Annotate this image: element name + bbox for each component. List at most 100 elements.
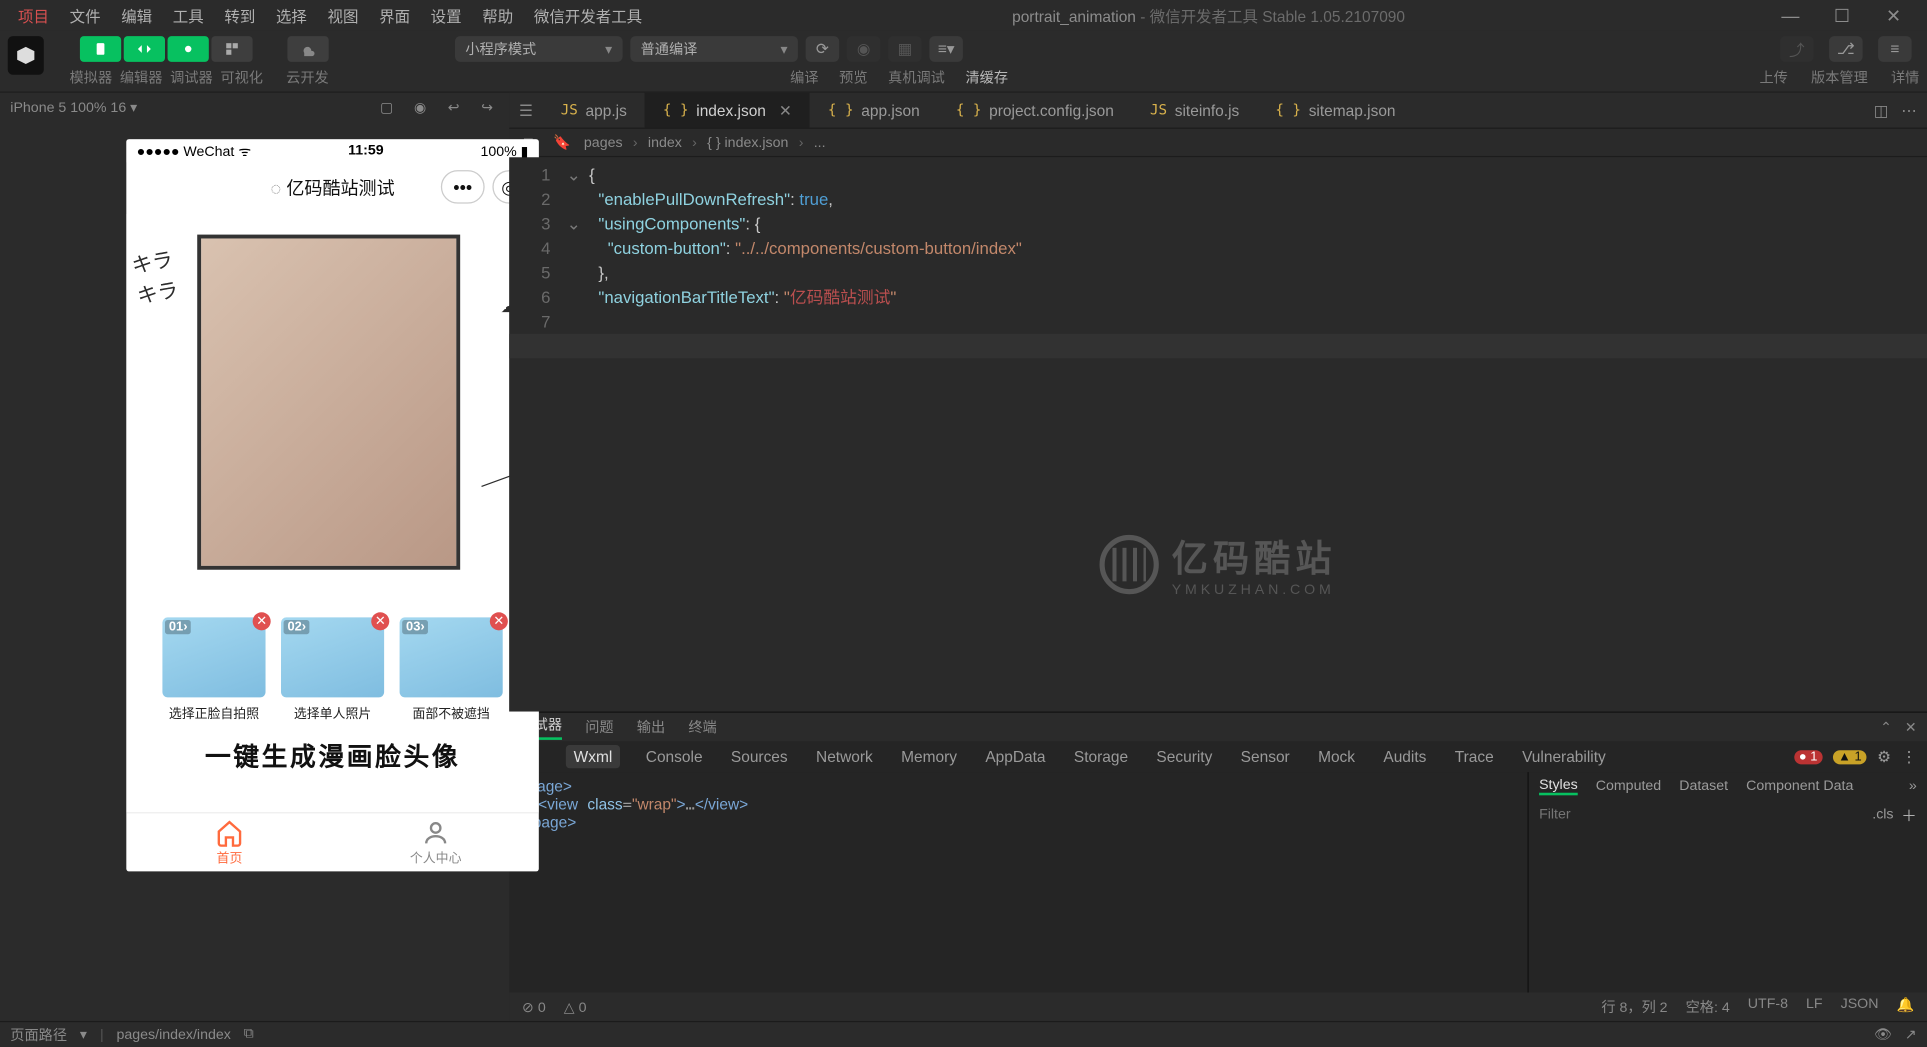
menu-file[interactable]: 文件 (59, 5, 111, 27)
toggle-simulator-button[interactable] (80, 36, 121, 62)
bookmark-icon[interactable]: 🔖 (550, 134, 573, 151)
tab-index-json[interactable]: { }index.json✕ (645, 93, 810, 128)
status-encoding[interactable]: UTF-8 (1748, 996, 1788, 1017)
device-picker[interactable]: iPhone 5 100% 16 ▾ (10, 99, 137, 116)
window-close-icon[interactable]: ✕ (1868, 5, 1920, 27)
computed-tab[interactable]: Computed (1596, 779, 1661, 794)
dataset-tab[interactable]: Dataset (1679, 779, 1728, 794)
status-cursor[interactable]: 行 8，列 2 (1601, 996, 1667, 1017)
cls-toggle[interactable]: .cls (1872, 807, 1893, 822)
menu-select[interactable]: 选择 (266, 5, 318, 27)
add-style-icon[interactable]: ＋ (1901, 804, 1916, 826)
sim-screenshot-icon[interactable]: ▢ (375, 95, 398, 118)
warn-count-badge[interactable]: ▲ 1 (1833, 750, 1867, 764)
crumb-index[interactable]: index (648, 135, 682, 150)
error-count-badge[interactable]: ● 1 (1794, 750, 1823, 764)
sim-back-icon[interactable]: ↩ (442, 95, 465, 118)
sim-forward-icon[interactable]: ↪ (476, 95, 499, 118)
dt-tab-audits[interactable]: Audits (1381, 748, 1429, 766)
bell-icon[interactable]: 🔔 (1897, 996, 1915, 1017)
code-editor[interactable]: 12345678 ⌄⌄ { "enablePullDownRefresh": t… (509, 157, 1927, 711)
dt-tab-wxml[interactable]: Wxml (566, 745, 620, 768)
cloud-dev-button[interactable] (287, 36, 328, 62)
version-manage-button[interactable]: ⎇ (1829, 36, 1863, 62)
main-photo-placeholder[interactable] (197, 235, 460, 570)
devtools-collapse-icon[interactable]: ⌃ (1880, 719, 1892, 736)
crumb-pages[interactable]: pages (584, 135, 623, 150)
page-path-value[interactable]: pages/index/index (117, 1027, 231, 1042)
devtools-close-icon[interactable]: ✕ (1905, 719, 1917, 736)
close-icon[interactable]: ✕ (253, 612, 271, 630)
devtools-tab-terminal[interactable]: 终端 (688, 717, 716, 738)
menu-tools[interactable]: 工具 (162, 5, 214, 27)
window-minimize-icon[interactable]: ― (1765, 5, 1817, 26)
styles-tab[interactable]: Styles (1539, 777, 1578, 795)
tab-siteinfo-js[interactable]: JSsiteinfo.js (1132, 93, 1257, 128)
fold-gutter[interactable]: ⌄⌄ (563, 157, 584, 711)
status-language[interactable]: JSON (1841, 996, 1879, 1017)
dt-tab-trace[interactable]: Trace (1452, 748, 1496, 766)
more-icon[interactable]: ⋯ (1901, 101, 1916, 119)
upload-button[interactable]: ⤴ (1780, 36, 1814, 62)
split-editor-icon[interactable]: ◫ (1874, 101, 1889, 119)
toggle-editor-button[interactable] (124, 36, 165, 62)
toggle-debugger-button[interactable] (168, 36, 209, 62)
popup-icon[interactable]: ↗ (1905, 1026, 1917, 1043)
remote-debug-button[interactable]: ▦ (888, 36, 922, 62)
gear-icon[interactable]: ⚙ (1877, 748, 1891, 766)
close-icon[interactable]: ✕ (779, 101, 792, 119)
more-icon[interactable]: » (1909, 779, 1917, 794)
compile-button[interactable]: ⟳ (806, 36, 840, 62)
preview-button[interactable]: ◉ (847, 36, 881, 62)
copy-path-icon[interactable]: ⧉ (244, 1026, 254, 1043)
devtools-tab-problems[interactable]: 问题 (585, 717, 613, 738)
styles-filter-input[interactable] (1539, 807, 1864, 822)
dt-tab-sensor[interactable]: Sensor (1238, 748, 1292, 766)
dt-tab-mock[interactable]: Mock (1315, 748, 1357, 766)
menu-wechat-devtools[interactable]: 微信开发者工具 (524, 5, 653, 27)
dt-tab-memory[interactable]: Memory (899, 748, 960, 766)
code-text[interactable]: { "enablePullDownRefresh": true, "usingC… (584, 157, 1927, 711)
capsule-menu-button[interactable]: ••• (441, 170, 485, 204)
close-icon[interactable]: ✕ (490, 612, 508, 630)
dt-tab-console[interactable]: Console (643, 748, 705, 766)
menu-help[interactable]: 帮助 (472, 5, 524, 27)
dt-tab-sources[interactable]: Sources (728, 748, 790, 766)
sim-record-icon[interactable]: ◉ (409, 95, 432, 118)
close-icon[interactable]: ✕ (371, 612, 389, 630)
window-maximize-icon[interactable]: ☐ (1816, 5, 1868, 27)
dt-tab-storage[interactable]: Storage (1071, 748, 1130, 766)
toggle-visual-button[interactable] (211, 36, 252, 62)
status-indent[interactable]: 空格: 4 (1686, 996, 1730, 1017)
componentdata-tab[interactable]: Component Data (1746, 779, 1853, 794)
tab-profile[interactable]: 个人中心 (333, 813, 539, 871)
clear-cache-button[interactable]: ≡▾ (929, 36, 963, 62)
kebab-icon[interactable]: ⋮ (1901, 748, 1916, 766)
menu-edit[interactable]: 编辑 (111, 5, 163, 27)
details-button[interactable]: ≡ (1878, 36, 1912, 62)
status-warnings[interactable]: △ 0 (564, 998, 587, 1015)
explorer-toggle-icon[interactable]: ☰ (509, 93, 543, 128)
menu-settings[interactable]: 设置 (420, 5, 472, 27)
tab-app-js[interactable]: JSapp.js (543, 93, 645, 128)
status-errors[interactable]: ⊘ 0 (522, 998, 546, 1015)
dt-tab-vulnerability[interactable]: Vulnerability (1519, 748, 1608, 766)
tab-home[interactable]: 首页 (126, 813, 332, 871)
menu-ui[interactable]: 界面 (369, 5, 421, 27)
devtools-tab-output[interactable]: 输出 (637, 717, 665, 738)
menu-project[interactable]: 项目 (8, 5, 60, 27)
thumb-3[interactable]: 03›✕ 面部不被遮挡 (400, 617, 503, 721)
eye-icon[interactable]: 👁 (1874, 1026, 1892, 1043)
dt-tab-security[interactable]: Security (1154, 748, 1215, 766)
compile-select[interactable]: 普通编译▾ (630, 36, 798, 62)
thumb-2[interactable]: 02›✕ 选择单人照片 (281, 617, 384, 721)
tab-sitemap-json[interactable]: { }sitemap.json (1257, 93, 1413, 128)
mode-select[interactable]: 小程序模式▾ (455, 36, 623, 62)
status-eol[interactable]: LF (1806, 996, 1823, 1017)
crumb-file[interactable]: { } index.json (707, 135, 788, 150)
dt-tab-appdata[interactable]: AppData (983, 748, 1048, 766)
tab-app-json[interactable]: { }app.json (810, 93, 938, 128)
dt-tab-network[interactable]: Network (813, 748, 875, 766)
menu-view[interactable]: 视图 (317, 5, 369, 27)
thumb-1[interactable]: 01›✕ 选择正脸自拍照 (162, 617, 265, 721)
